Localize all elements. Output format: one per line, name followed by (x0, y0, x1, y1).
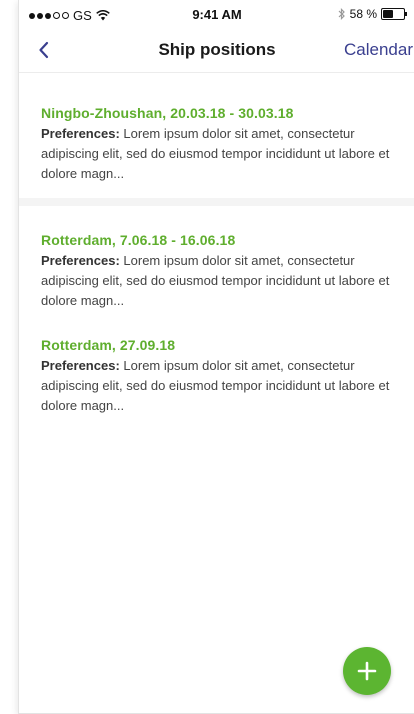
position-item-1[interactable]: Ningbo-Zhoushan, 20.03.18 - 30.03.18 Pre… (19, 105, 414, 206)
add-position-button[interactable] (343, 647, 391, 695)
position-title: Rotterdam, 7.06.18 - 16.06.18 (41, 232, 236, 248)
position-preferences: Preferences: Lorem ipsum dolor sit amet,… (41, 356, 395, 416)
preferences-label: Preferences: (41, 253, 120, 268)
battery-fill (383, 10, 394, 18)
battery-percent: 58 % (349, 7, 377, 21)
chevron-left-icon (39, 41, 49, 59)
bluetooth-icon (338, 8, 345, 20)
position-preferences: Preferences: Lorem ipsum dolor sit amet,… (41, 124, 395, 184)
position-preferences: Preferences: Lorem ipsum dolor sit amet,… (41, 251, 395, 311)
position-item-2[interactable]: Rotterdam, 7.06.18 - 16.06.18 Preference… (19, 232, 414, 311)
position-title: Ningbo-Zhoushan, 20.03.18 - 30.03.18 (41, 105, 294, 121)
calendar-button[interactable]: Calendar (344, 40, 413, 60)
battery-icon (381, 8, 407, 20)
phone-screen: GS 9:41 AM 58 % Ship positions Calendar … (18, 0, 414, 714)
status-bar: GS 9:41 AM 58 % (19, 0, 414, 28)
ship-positions-list: Ningbo-Zhoushan, 20.03.18 - 30.03.18 Pre… (19, 105, 414, 442)
navigation-bar: Ship positions Calendar (19, 28, 414, 73)
preferences-label: Preferences: (41, 126, 120, 141)
preferences-label: Preferences: (41, 358, 120, 373)
back-button[interactable] (33, 38, 57, 62)
status-right: 58 % (338, 7, 407, 21)
position-title: Rotterdam, 27.09.18 (41, 337, 176, 353)
position-item-3[interactable]: Rotterdam, 27.09.18 Preferences: Lorem i… (19, 337, 414, 416)
plus-icon (357, 661, 377, 681)
